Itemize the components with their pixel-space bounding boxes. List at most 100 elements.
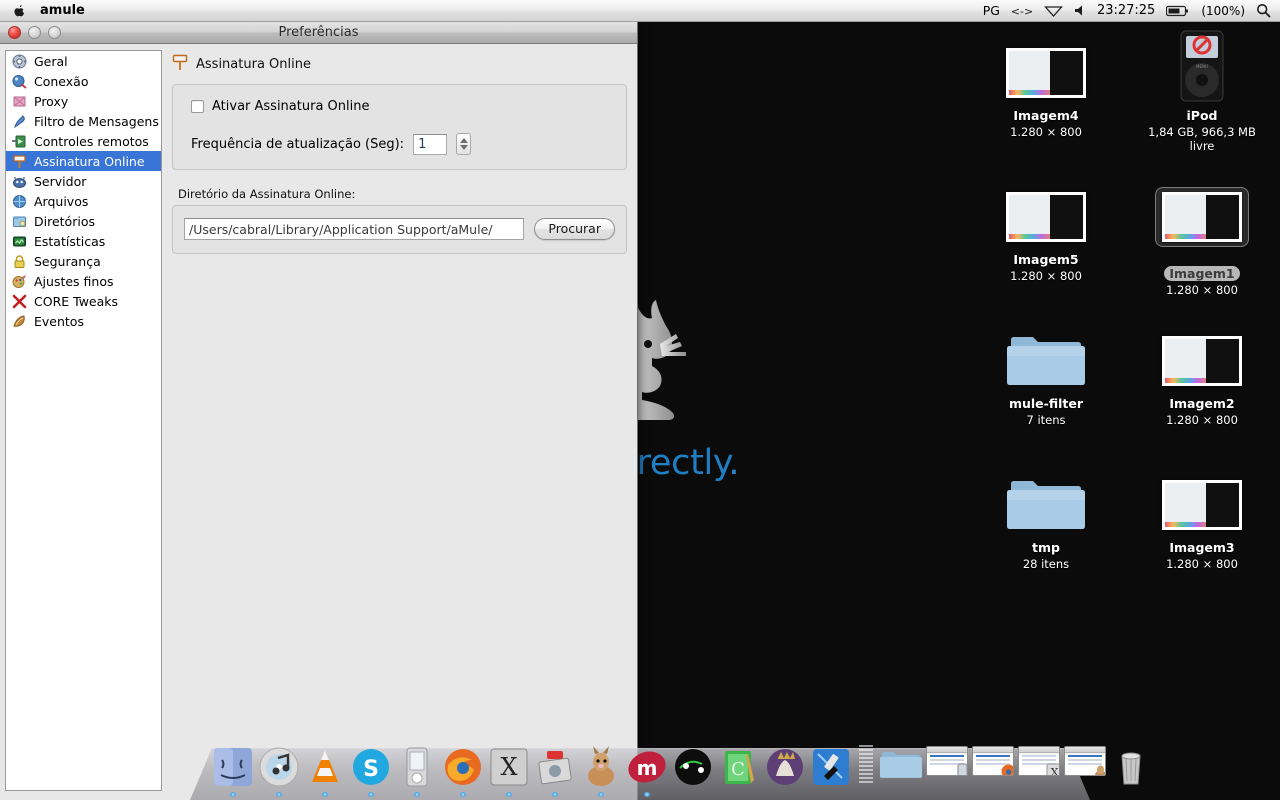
dock-downloads-folder-icon[interactable] [880, 746, 922, 788]
dock-itunes-icon[interactable] [258, 746, 300, 788]
dock-trash-icon[interactable] [1110, 746, 1152, 788]
frequency-label: Frequência de atualização (Seg): [191, 137, 404, 152]
dock-comicbook-icon[interactable]: C [718, 746, 760, 788]
enable-signature-row[interactable]: Ativar Assinatura Online [191, 99, 608, 114]
dock-minimized-window-firefox[interactable] [972, 746, 1014, 788]
dock-finder-icon[interactable] [212, 746, 254, 788]
sidebar-item-label: Diretórios [34, 214, 95, 229]
sidebar-item-filtro-de-mensagens[interactable]: Filtro de Mensagens [6, 111, 161, 131]
desktop-icon-imagem4[interactable]: Imagem4 1.280 × 800 [987, 38, 1105, 139]
search-icon[interactable] [1256, 1, 1271, 21]
core-tweaks-icon [11, 293, 28, 309]
sidebar-item-conexao[interactable]: Conexão [6, 71, 161, 91]
x11-badge-icon: X [1046, 763, 1060, 776]
sidebar-item-label: Proxy [34, 94, 68, 109]
desktop-icon-imagem1[interactable]: Imagem1 1.280 × 800 [1143, 174, 1261, 297]
dock-minimized-window-x11[interactable]: X [1018, 746, 1060, 788]
directory-label: Diretório da Assinatura Online: [178, 187, 627, 201]
input-source-indicator[interactable]: PG [983, 1, 1000, 21]
dock-running-indicator [505, 792, 513, 797]
browse-button[interactable]: Procurar [534, 218, 615, 240]
dock-amule-icon[interactable] [580, 746, 622, 788]
stepper-up-icon[interactable] [460, 138, 468, 143]
dock-running-indicator [459, 792, 467, 797]
bluetooth-sharing-icon[interactable]: <-> [1011, 1, 1033, 21]
sidebar-item-servidor[interactable]: Servidor [6, 171, 161, 191]
sidebar-item-core-tweaks[interactable]: CORE Tweaks [6, 291, 161, 311]
sidebar-item-label: Filtro de Mensagens [34, 114, 159, 129]
sidebar-item-controles-remotos[interactable]: Controles remotos [6, 131, 161, 151]
desktop-icon-imagem2[interactable]: Imagem2 1.280 × 800 [1143, 326, 1261, 427]
dock-skype-icon[interactable]: S [350, 746, 392, 788]
desktop-icon-label: Imagem2 [1164, 396, 1239, 411]
svg-text:X: X [500, 753, 517, 781]
dock[interactable]: S X m [190, 740, 1090, 800]
dock-ipod-device-icon[interactable] [396, 746, 438, 788]
dock-screenshot-tool-icon[interactable] [534, 746, 576, 788]
desktop-icon-detail: 28 itens [987, 557, 1105, 571]
dock-firefox-icon[interactable] [442, 746, 484, 788]
signpost-icon [11, 153, 28, 169]
dock-chess-icon[interactable] [764, 746, 806, 788]
dock-vlc-icon[interactable] [304, 746, 346, 788]
sidebar-item-estatisticas[interactable]: Estatísticas [6, 231, 161, 251]
sidebar-item-seguranca[interactable]: Segurança [6, 251, 161, 271]
stepper-down-icon[interactable] [460, 145, 468, 150]
desktop-icon-detail: 1.280 × 800 [987, 125, 1105, 139]
server-icon [11, 173, 28, 189]
dock-x11-tex-icon[interactable]: X [488, 746, 530, 788]
window-titlebar[interactable]: Preferências [0, 22, 637, 44]
dock-minimized-window-amule[interactable] [1064, 746, 1106, 788]
preferences-window[interactable]: Preferências Geral Conexão Proxy [0, 22, 638, 800]
svg-text:C: C [731, 759, 745, 780]
frequency-stepper[interactable] [456, 133, 471, 155]
desktop-icon-detail: 7 itens [987, 413, 1105, 427]
dock-emule-icon[interactable]: m [626, 746, 668, 788]
online-signature-group: Ativar Assinatura Online Frequência de a… [172, 84, 627, 170]
sidebar-item-arquivos[interactable]: Arquivos [6, 191, 161, 211]
dock-running-indicator [367, 792, 375, 797]
enable-signature-label: Ativar Assinatura Online [212, 99, 369, 114]
desktop-icon-detail: 1.280 × 800 [987, 269, 1105, 283]
svg-text:S: S [363, 757, 379, 782]
menubar-clock[interactable]: 23:27:25 [1097, 1, 1155, 21]
sidebar-item-proxy[interactable]: Proxy [6, 91, 161, 111]
menubar-app-name[interactable]: amule [30, 3, 95, 18]
desktop-icon-tmp[interactable]: tmp 28 itens [987, 470, 1105, 571]
dock-xcode-icon[interactable] [810, 746, 852, 788]
desktop-icon-imagem5[interactable]: Imagem5 1.280 × 800 [987, 182, 1105, 283]
enable-signature-checkbox[interactable] [191, 100, 204, 113]
firefox-badge-icon [1000, 763, 1014, 776]
sidebar-item-diretorios[interactable]: Diretórios [6, 211, 161, 231]
dock-transmission-icon[interactable] [672, 746, 714, 788]
preferences-content: Assinatura Online Ativar Assinatura Onli… [162, 44, 637, 800]
battery-icon[interactable] [1166, 1, 1190, 21]
sidebar-item-assinatura-online[interactable]: Assinatura Online [6, 151, 161, 171]
preferences-sidebar[interactable]: Geral Conexão Proxy Filtro de Mensagens … [5, 50, 162, 791]
connection-icon [11, 73, 28, 89]
apple-logo-icon[interactable] [8, 2, 30, 20]
statistics-icon [11, 233, 28, 249]
desktop-icon-ipod[interactable]: MENU iPod 1,84 GB, 966,3 MB livre [1143, 30, 1261, 153]
desktop-icon-imagem3[interactable]: Imagem3 1.280 × 800 [1143, 470, 1261, 571]
remote-controls-icon [11, 133, 28, 149]
sidebar-item-label: Controles remotos [34, 134, 149, 149]
sidebar-item-geral[interactable]: Geral [6, 51, 161, 71]
volume-icon[interactable] [1074, 1, 1086, 21]
airport-wifi-icon[interactable] [1044, 1, 1063, 21]
sidebar-item-label: Arquivos [34, 194, 88, 209]
dock-running-indicator [643, 792, 651, 797]
desktop-icon-mule-filter[interactable]: mule-filter 7 itens [987, 326, 1105, 427]
folder-icon [1007, 332, 1085, 390]
dock-running-indicator [229, 792, 237, 797]
frequency-input[interactable]: 1 [413, 134, 447, 155]
directory-input[interactable]: /Users/cabral/Library/Application Suppor… [184, 218, 524, 240]
svg-text:<->: <-> [1011, 5, 1033, 17]
device-badge-icon [954, 763, 968, 776]
sidebar-item-ajustes-finos[interactable]: Ajustes finos [6, 271, 161, 291]
panel-heading: Assinatura Online [172, 53, 627, 75]
menubar[interactable]: amule PG <-> 23:27:25 (100%) [0, 0, 1280, 22]
sidebar-item-eventos[interactable]: Eventos [6, 311, 161, 331]
desktop-icon-detail: 1,84 GB, 966,3 MB livre [1143, 125, 1261, 153]
dock-minimized-window-device[interactable] [926, 746, 968, 788]
